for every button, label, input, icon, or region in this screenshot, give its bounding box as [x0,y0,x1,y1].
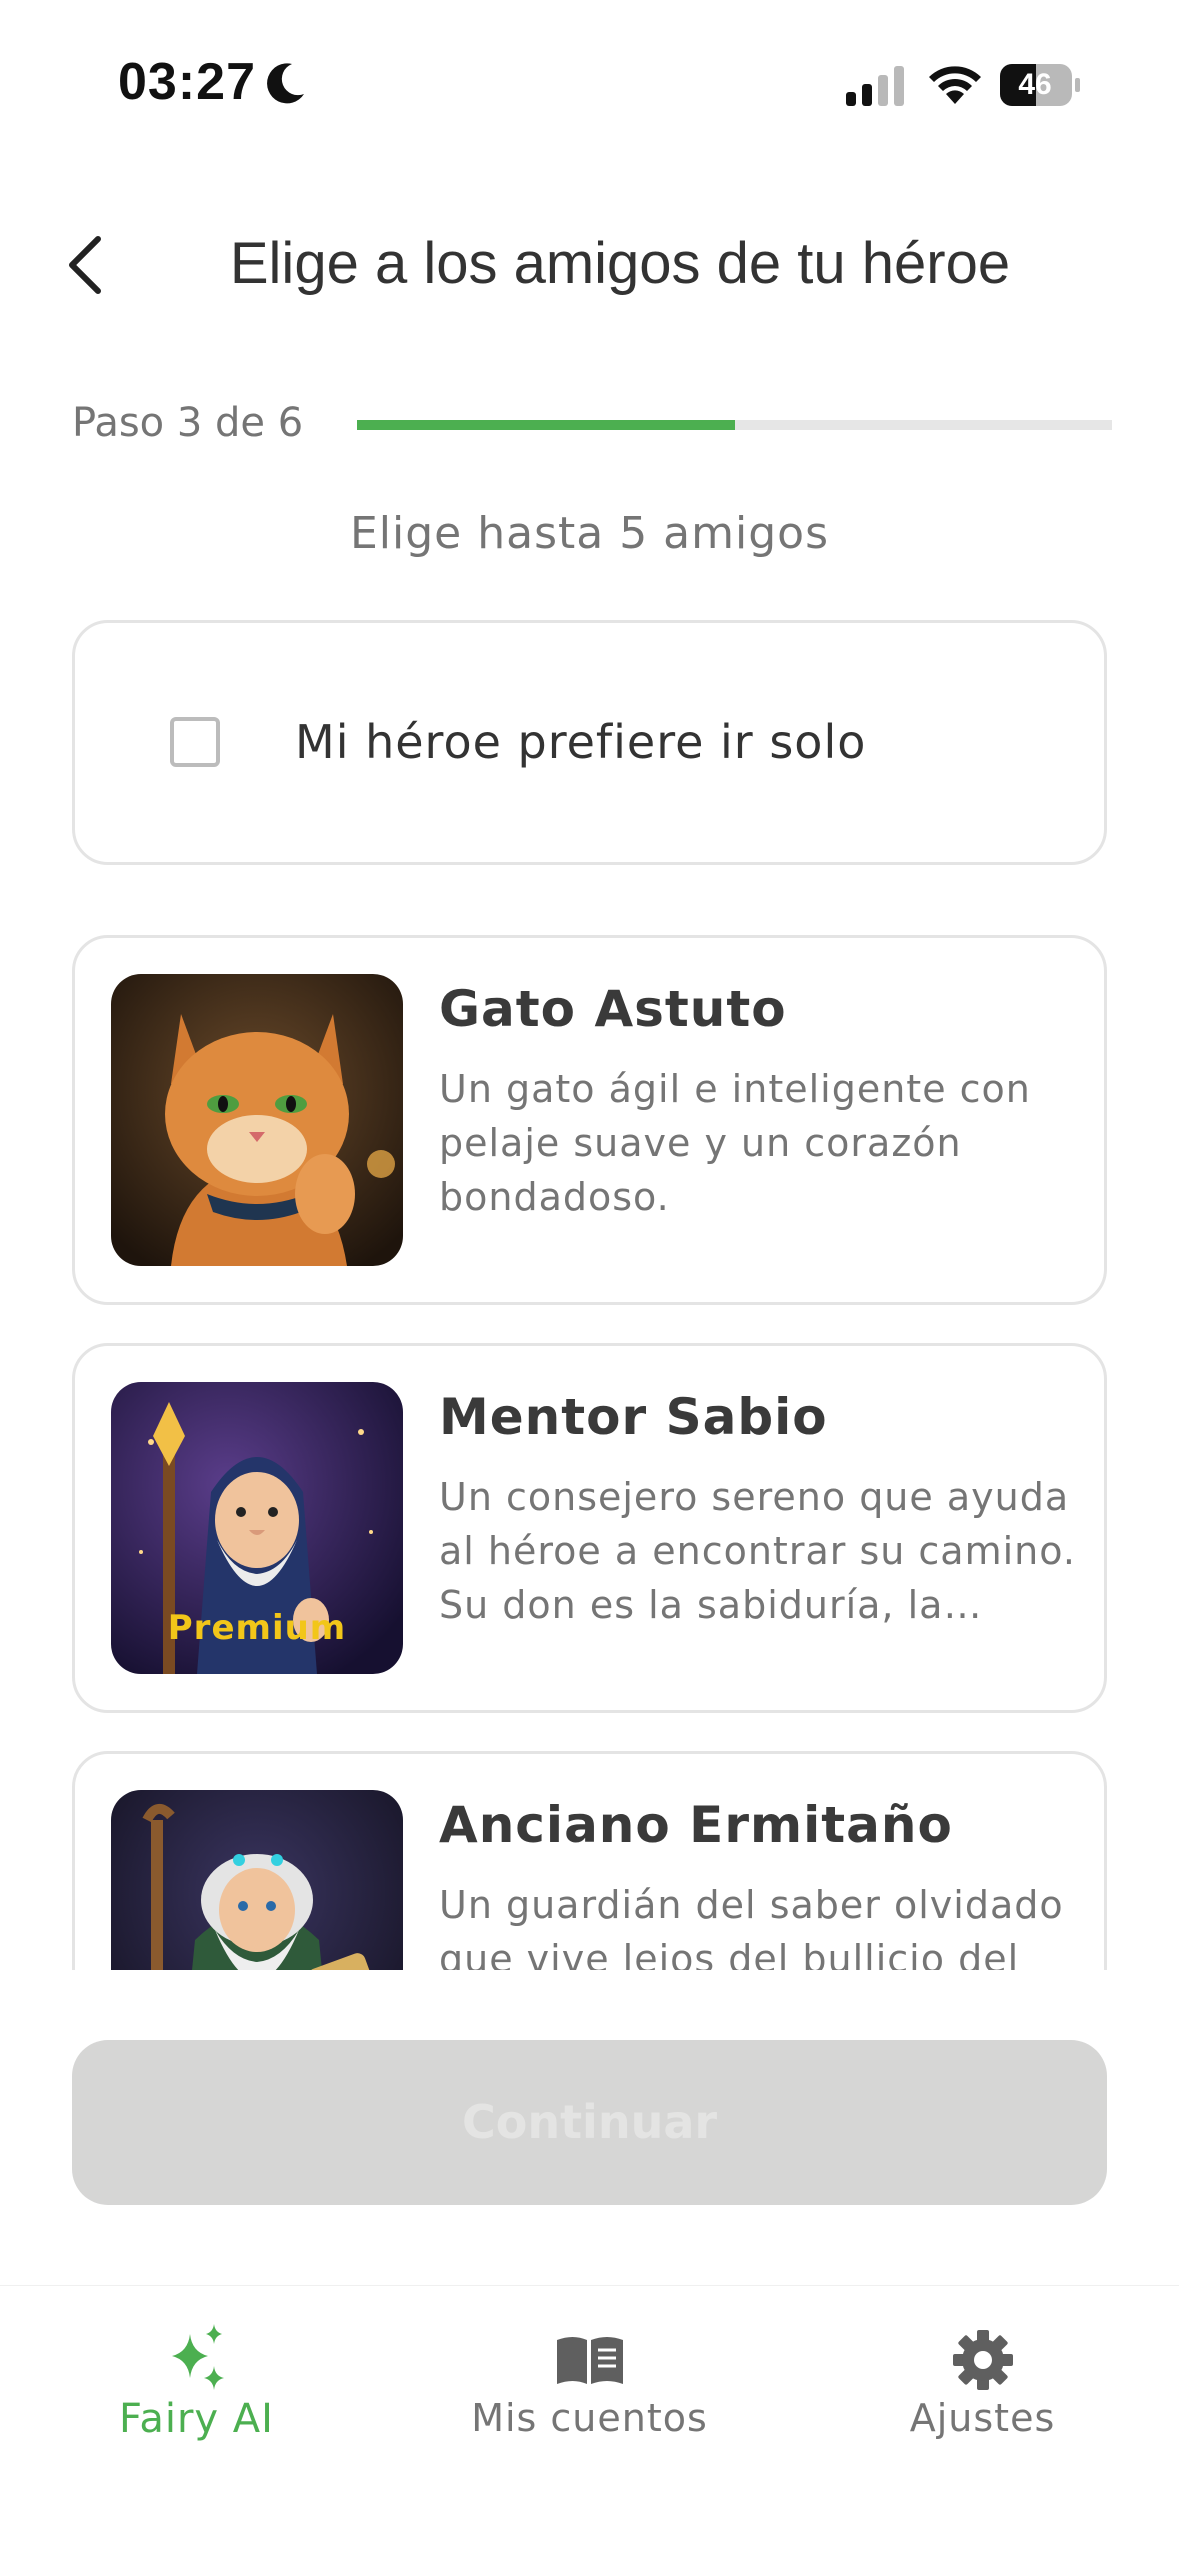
sparkles-icon [172,2324,224,2390]
friends-list[interactable]: Gato Astuto Un gato ágil e inteligente c… [72,935,1112,1970]
friend-description: Un gato ágil e inteligente con pelaje su… [439,1067,1031,1219]
tab-label: Mis cuentos [471,2396,708,2440]
battery-level: 46 [1018,68,1052,101]
chevron-left-icon [69,236,101,294]
bottom-tab-bar: Fairy AI Mis cuentos Ajustes [0,2285,1179,2557]
premium-badge: Premium [167,1608,347,1648]
friend-name: Anciano Ermitaño [439,1796,953,1854]
header: Elige a los amigos de tu héroe [0,215,1179,315]
friend-image-hermit [111,1790,403,1970]
status-bar: 03:27 46 [0,0,1179,170]
friend-card-gato-astuto[interactable]: Gato Astuto Un gato ágil e inteligente c… [72,935,1107,1305]
moon-icon [267,63,304,104]
tab-ajustes[interactable]: Ajustes [786,2286,1179,2486]
book-icon [557,2337,623,2384]
page-title: Elige a los amigos de tu héroe [229,231,1011,296]
cellular-signal-icon [846,66,904,106]
go-solo-label: Mi héroe prefiere ir solo [295,715,867,769]
go-solo-checkbox[interactable] [170,717,220,767]
status-time: 03:27 [118,53,256,111]
continue-button[interactable]: Continuar [72,2040,1107,2205]
friend-card-mentor-sabio[interactable]: Premium Mentor Sabio Un consejero sereno… [72,1343,1107,1713]
go-solo-option[interactable]: Mi héroe prefiere ir solo [72,620,1107,865]
progress-bar-fill [357,420,735,430]
friend-name: Gato Astuto [439,980,787,1038]
friend-image-cat [111,974,403,1266]
gear-icon [953,2330,1013,2390]
friend-description: Un consejero sereno que ayuda al héroe a… [439,1475,1076,1627]
step-progress: Paso 3 de 6 [72,390,1112,460]
tab-label: Fairy AI [119,2396,274,2442]
friend-card-anciano-ermitano[interactable]: Anciano Ermitaño Un guardián del saber o… [72,1751,1107,1970]
tab-fairy-ai[interactable]: Fairy AI [0,2286,393,2486]
back-button[interactable] [52,225,132,305]
progress-bar [357,420,1112,430]
friends-limit-hint: Elige hasta 5 amigos [349,508,829,559]
friend-image-wizard: Premium [111,1382,403,1674]
tab-mis-cuentos[interactable]: Mis cuentos [393,2286,786,2486]
tab-label: Ajustes [909,2396,1056,2440]
wifi-icon [929,66,981,104]
friend-name: Mentor Sabio [439,1388,828,1446]
step-label: Paso 3 de 6 [72,400,304,446]
friend-description: Un guardián del saber olvidado que vive … [439,1883,1064,1970]
